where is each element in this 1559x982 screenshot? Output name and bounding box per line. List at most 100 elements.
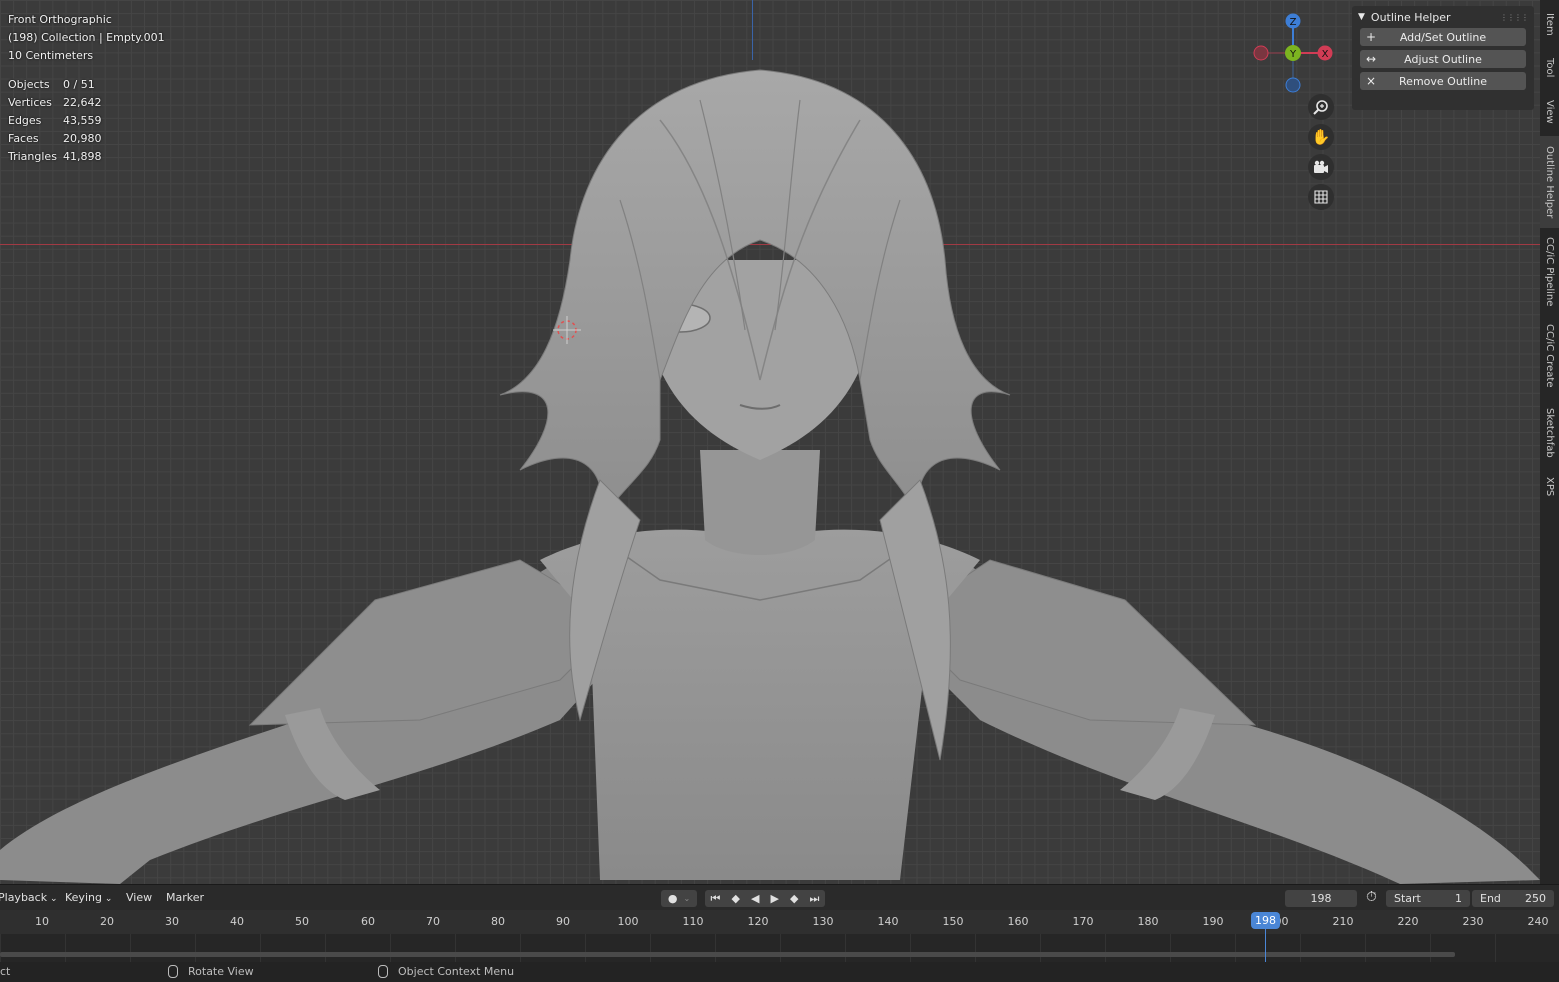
- tab-label: Item: [1544, 12, 1555, 36]
- status-select-hint: ct: [0, 965, 11, 978]
- auto-keying-toggle[interactable]: ● ⌄: [661, 890, 697, 907]
- tab-cc-ic-pipeline[interactable]: CC/iC Pipeline: [1540, 232, 1559, 312]
- grid-icon[interactable]: [1308, 184, 1334, 210]
- stat-row: Faces 20,980: [8, 130, 165, 148]
- next-keyframe-icon[interactable]: ◆: [790, 892, 798, 905]
- jump-start-icon[interactable]: ⏮: [711, 892, 721, 906]
- timeline-ruler[interactable]: 10 20 30 40 50 60 70 80 90 100 110 120 1…: [0, 910, 1559, 934]
- tab-tool[interactable]: Tool: [1540, 48, 1559, 88]
- tab-cc-ic-create[interactable]: CC/iC Create: [1540, 316, 1559, 396]
- stat-label: Edges: [8, 114, 42, 127]
- ruler-tick: 10: [35, 915, 49, 928]
- tab-label: XPS: [1544, 477, 1555, 497]
- keying-menu[interactable]: Keying: [65, 891, 112, 904]
- stat-label: Faces: [8, 132, 39, 145]
- ruler-tick: 160: [1007, 915, 1029, 928]
- status-bar: ct Rotate View Object Context Menu: [0, 962, 1559, 982]
- status-rotate-hint: Rotate View: [168, 965, 254, 978]
- stat-label: Objects: [8, 78, 50, 91]
- stat-value: 22,642: [63, 96, 102, 109]
- navigation-gizmo[interactable]: Z X Y: [1250, 12, 1340, 96]
- ruler-tick: 30: [165, 915, 179, 928]
- tab-label: View: [1544, 100, 1555, 124]
- stat-label: Vertices: [8, 96, 52, 109]
- ruler-tick: 90: [556, 915, 570, 928]
- panel-header[interactable]: ▼ Outline Helper ⋮⋮⋮⋮: [1352, 6, 1534, 28]
- tab-view[interactable]: View: [1540, 92, 1559, 132]
- end-frame-field[interactable]: End 250: [1472, 890, 1554, 907]
- record-icon: ●: [667, 892, 678, 905]
- play-reverse-icon[interactable]: ◀: [751, 892, 759, 905]
- object-context-menu-label: Object Context Menu: [398, 965, 515, 978]
- start-value: 1: [1455, 892, 1462, 905]
- ruler-tick: 150: [942, 915, 964, 928]
- play-icon[interactable]: ▶: [771, 892, 779, 905]
- button-label: Adjust Outline: [1404, 52, 1482, 66]
- camera-icon[interactable]: [1308, 154, 1334, 180]
- timeline-scrollbar[interactable]: [0, 952, 1455, 957]
- chevron-down-icon: ⌄: [683, 894, 691, 903]
- tab-label: Tool: [1544, 58, 1555, 78]
- stat-row: Triangles 41,898: [8, 148, 165, 166]
- ruler-tick: 20: [100, 915, 114, 928]
- status-context-hint: Object Context Menu: [378, 965, 514, 978]
- ruler-tick: 130: [812, 915, 834, 928]
- playhead-frame-indicator[interactable]: 198: [1251, 912, 1280, 929]
- stat-row: Objects 0 / 51: [8, 76, 165, 94]
- ruler-tick: 140: [877, 915, 899, 928]
- tab-sketchfab[interactable]: Sketchfab: [1540, 400, 1559, 466]
- ruler-tick: 40: [230, 915, 244, 928]
- ruler-tick: 60: [361, 915, 375, 928]
- ruler-tick: 190: [1202, 915, 1224, 928]
- close-icon: ×: [1365, 74, 1377, 88]
- scene-statistics: Objects 0 / 51 Vertices 22,642 Edges 43,559…: [8, 76, 165, 166]
- jump-end-icon[interactable]: ⏭: [810, 892, 820, 906]
- grid-scale: 10 Centimeters: [8, 49, 94, 62]
- ruler-tick: 230: [1462, 915, 1484, 928]
- ruler-tick: 170: [1072, 915, 1094, 928]
- button-label: Remove Outline: [1399, 74, 1487, 88]
- stat-row: Edges 43,559: [8, 112, 165, 130]
- tab-outline-helper[interactable]: Outline Helper: [1540, 136, 1559, 228]
- ruler-tick: 100: [617, 915, 639, 928]
- timeline-track[interactable]: [0, 934, 1559, 962]
- tab-item[interactable]: Item: [1540, 4, 1559, 44]
- 3d-viewport[interactable]: Front Orthographic (198) Collection | Em…: [0, 0, 1540, 884]
- stat-row: Vertices 22,642: [8, 94, 165, 112]
- button-label: Add/Set Outline: [1399, 30, 1487, 44]
- ruler-tick: 220: [1397, 915, 1419, 928]
- zoom-icon[interactable]: [1308, 94, 1334, 120]
- stat-value: 0 / 51: [63, 78, 95, 91]
- view-menu[interactable]: View: [126, 891, 152, 904]
- ruler-tick: 180: [1137, 915, 1159, 928]
- playhead-line: [1265, 928, 1266, 962]
- panel-title: Outline Helper: [1370, 10, 1451, 24]
- stat-label: Triangles: [8, 150, 57, 163]
- ruler-tick: 80: [491, 915, 505, 928]
- ruler-tick: 70: [426, 915, 440, 928]
- current-frame-field[interactable]: 198: [1285, 890, 1357, 907]
- tab-label: CC/iC Pipeline: [1544, 237, 1555, 307]
- prev-keyframe-icon[interactable]: ◆: [731, 892, 739, 905]
- start-frame-field[interactable]: Start 1: [1386, 890, 1470, 907]
- stat-value: 43,559: [63, 114, 102, 127]
- view-name: Front Orthographic: [8, 13, 112, 26]
- add-set-outline-button[interactable]: + Add/Set Outline: [1360, 28, 1526, 46]
- tab-xps[interactable]: XPS: [1540, 470, 1559, 504]
- adjust-outline-button[interactable]: ↔ Adjust Outline: [1360, 50, 1526, 68]
- ruler-tick: 120: [747, 915, 769, 928]
- drag-grip-icon[interactable]: ⋮⋮⋮⋮: [1500, 13, 1529, 22]
- remove-outline-button[interactable]: × Remove Outline: [1360, 72, 1526, 90]
- collection-info: (198) Collection | Empty.001: [8, 31, 165, 44]
- arrows-horizontal-icon: ↔: [1365, 52, 1377, 66]
- stopwatch-icon[interactable]: ⏱: [1366, 889, 1377, 905]
- marker-menu[interactable]: Marker: [166, 891, 204, 904]
- timeline-header: Playback Keying View Marker ●⌄ ⏮ ◆ ◀ ▶ ◆…: [0, 884, 1559, 911]
- chevron-down-icon: ▼: [1358, 12, 1365, 22]
- gizmo-x-label: X: [1322, 49, 1329, 60]
- gizmo-y-label: Y: [1289, 49, 1297, 60]
- playback-menu[interactable]: Playback: [0, 891, 58, 904]
- mouse-icon: [168, 965, 178, 978]
- hand-pan-icon[interactable]: ✋: [1308, 124, 1334, 150]
- plus-icon: +: [1365, 30, 1377, 44]
